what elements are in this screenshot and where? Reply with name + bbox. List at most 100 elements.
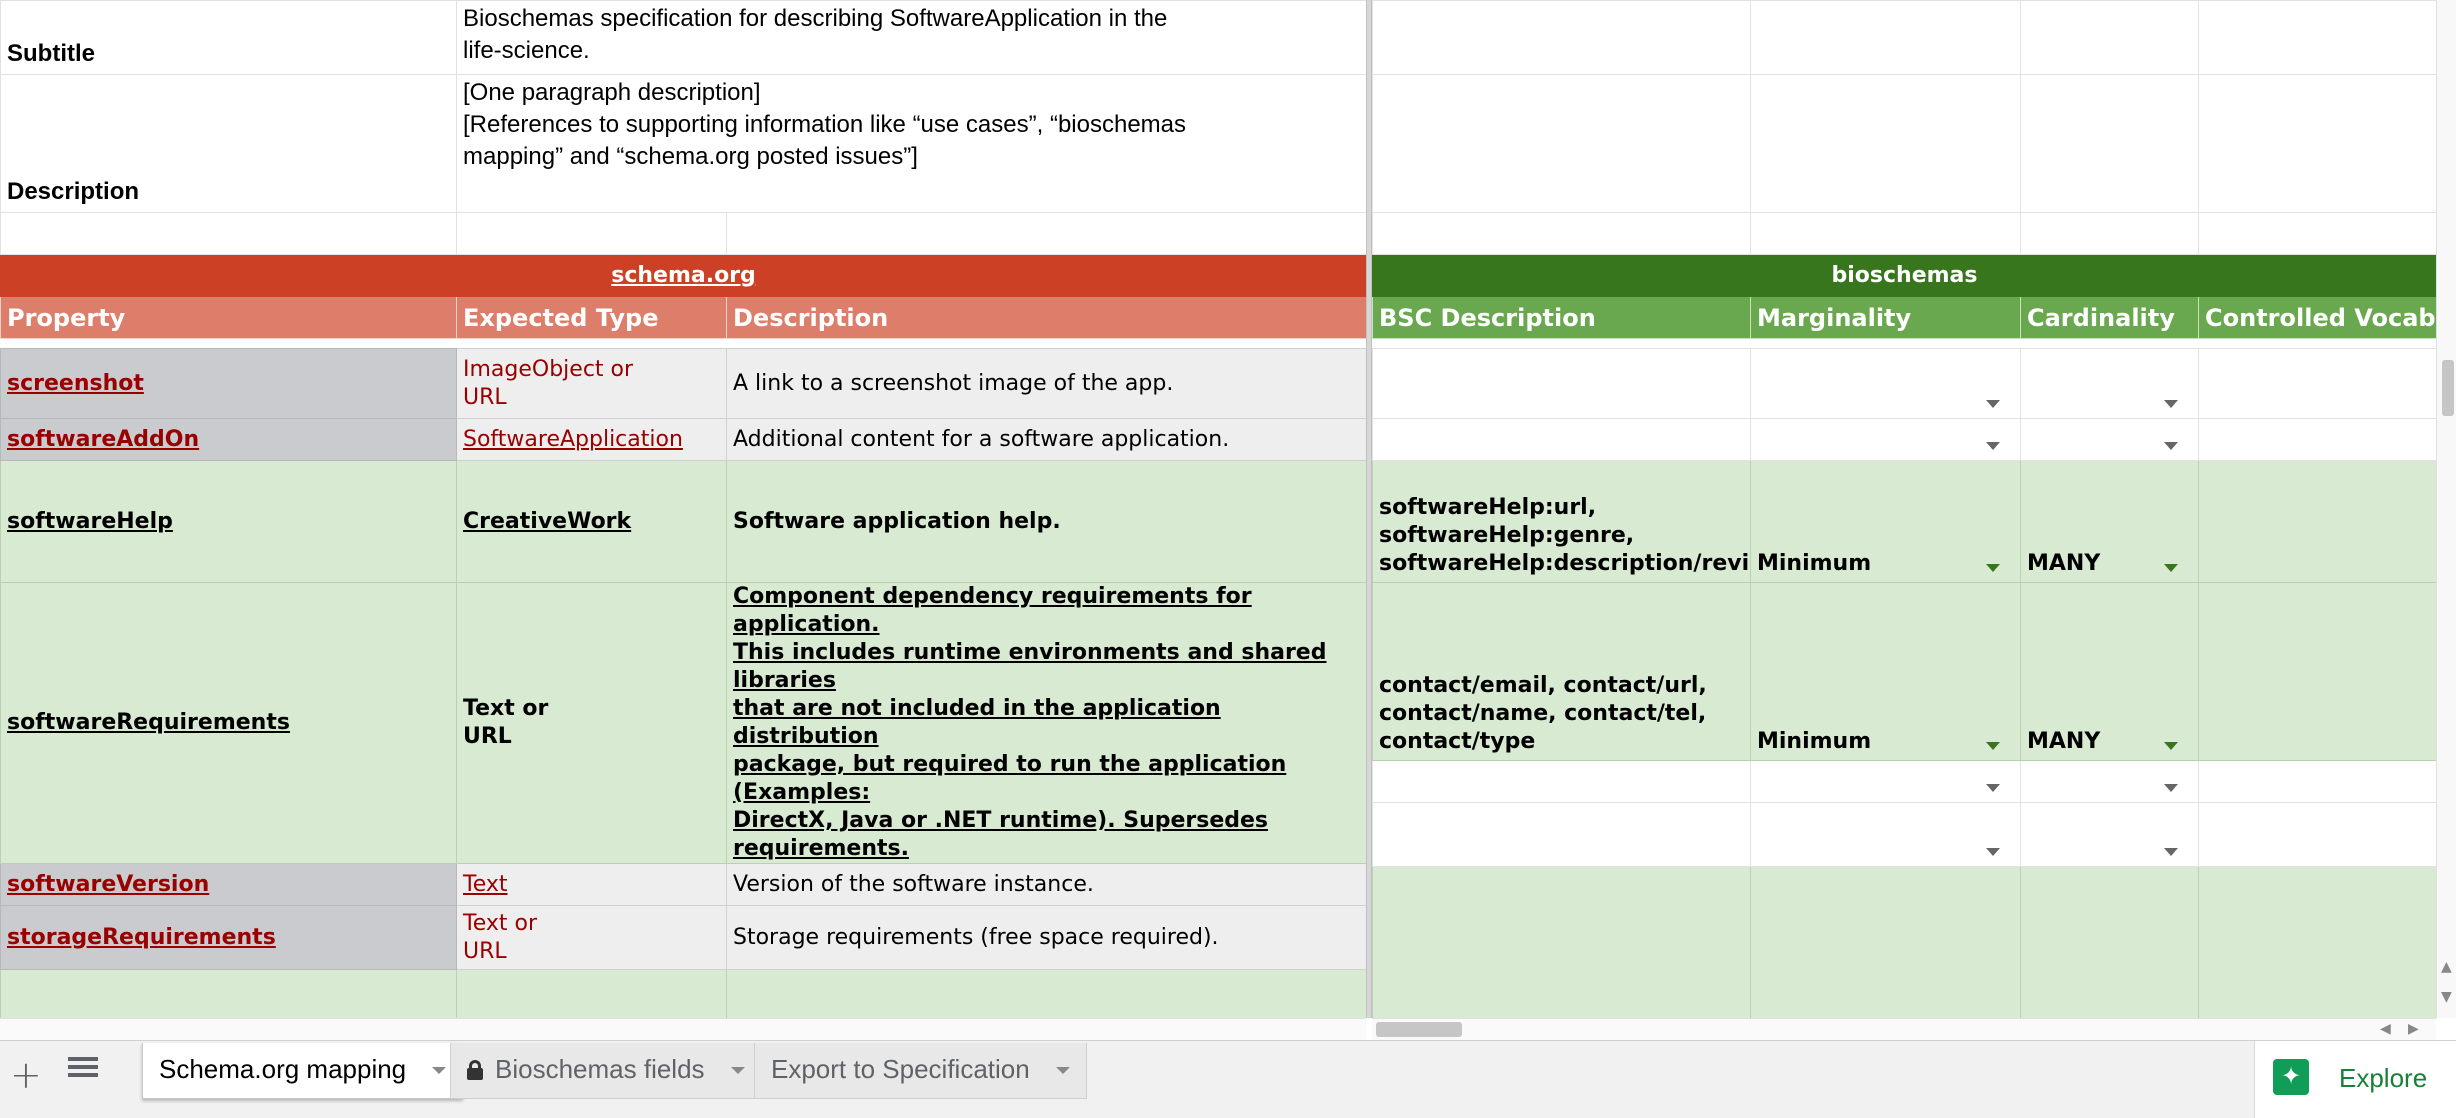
empty-cell[interactable] [1750, 866, 2021, 1018]
chevron-down-icon[interactable] [2164, 400, 2178, 408]
scroll-left-icon[interactable]: ◀ [2380, 1021, 2391, 1037]
expected-type-cell[interactable]: Text or URL [456, 905, 727, 970]
column-header-description[interactable]: Description [726, 296, 1367, 339]
description-label[interactable]: Description [0, 74, 457, 213]
schema-org-link[interactable]: schema.org [611, 263, 756, 288]
empty-cell[interactable] [1372, 212, 1751, 255]
empty-cell[interactable] [2020, 866, 2199, 1018]
description-cell[interactable]: Storage requirements (free space require… [726, 905, 1367, 970]
empty-cell[interactable] [2198, 866, 2436, 1018]
bsc-description-cell[interactable]: contact/email, contact/url, contact/name… [1372, 582, 1751, 761]
expected-type-cell[interactable]: Text [456, 863, 727, 906]
chevron-down-icon[interactable] [2164, 848, 2178, 856]
marginality-dropdown[interactable]: Minimum [1750, 460, 2021, 583]
column-header-marginality[interactable]: Marginality [1750, 296, 2021, 339]
column-header-controlled-vocabulary[interactable]: Controlled Vocabu [2198, 296, 2436, 339]
cardinality-dropdown[interactable]: MANY [2020, 460, 2199, 583]
empty-cell[interactable] [726, 969, 1367, 1018]
vertical-scroll-thumb[interactable] [2442, 360, 2454, 416]
subtitle-label[interactable]: Subtitle [0, 0, 457, 75]
expected-type-cell[interactable]: CreativeWork [456, 460, 727, 583]
tab-menu-chevron-icon[interactable] [1055, 1067, 1070, 1074]
chevron-down-icon[interactable] [2164, 784, 2178, 792]
expected-type-cell[interactable]: SoftwareApplication [456, 418, 727, 461]
property-softwarerequirements[interactable]: softwareRequirements [0, 582, 457, 864]
empty-cell[interactable] [2198, 74, 2436, 213]
tab-menu-chevron-icon[interactable] [730, 1067, 745, 1074]
tab-schema-org-mapping[interactable]: Schema.org mapping [142, 1043, 464, 1099]
cardinality-dropdown[interactable] [2020, 760, 2199, 803]
description-cell[interactable]: Version of the software instance. [726, 863, 1367, 906]
property-screenshot[interactable]: screenshot [0, 348, 457, 419]
controlled-vocabulary-cell[interactable] [2198, 760, 2436, 803]
bsc-description-cell[interactable] [1372, 418, 1751, 461]
add-sheet-icon[interactable]: + [10, 1055, 42, 1095]
controlled-vocabulary-cell[interactable] [2198, 802, 2436, 867]
vertical-scrollbar[interactable]: ▲ ▼ [2436, 0, 2456, 1018]
expected-type-cell[interactable]: Text or URL [456, 582, 727, 864]
subtitle-value[interactable]: Bioschemas specification for describing … [456, 0, 1367, 75]
scroll-down-icon[interactable]: ▼ [2441, 990, 2452, 1004]
empty-cell[interactable] [1372, 866, 1751, 1018]
empty-cell[interactable] [1372, 74, 1751, 213]
empty-cell[interactable] [1372, 0, 1751, 75]
empty-cell[interactable] [1750, 74, 2021, 213]
chevron-down-icon[interactable] [2164, 742, 2178, 750]
description-cell[interactable]: Additional content for a software applic… [726, 418, 1367, 461]
bsc-description-cell[interactable] [1372, 348, 1751, 419]
cardinality-dropdown[interactable] [2020, 348, 2199, 419]
marginality-dropdown[interactable] [1750, 418, 2021, 461]
property-softwareaddon[interactable]: softwareAddOn [0, 418, 457, 461]
tab-export-to-specification[interactable]: Export to Specification [754, 1043, 1087, 1099]
chevron-down-icon[interactable] [2164, 564, 2178, 572]
bsc-description-cell[interactable] [1372, 802, 1751, 867]
column-header-bsc-description[interactable]: BSC Description [1372, 296, 1751, 339]
empty-cell[interactable] [0, 212, 457, 255]
empty-cell[interactable] [2020, 74, 2199, 213]
column-header-property[interactable]: Property [0, 296, 457, 339]
column-header-expected-type[interactable]: Expected Type [456, 296, 727, 339]
empty-cell[interactable] [1750, 212, 2021, 255]
spreadsheet-grid[interactable]: Subtitle Bioschemas specification for de… [0, 0, 2436, 1018]
chevron-down-icon[interactable] [1986, 784, 2000, 792]
empty-cell[interactable] [1750, 0, 2021, 75]
chevron-down-icon[interactable] [1986, 442, 2000, 450]
marginality-dropdown[interactable]: Minimum [1750, 582, 2021, 761]
marginality-dropdown[interactable] [1750, 348, 2021, 419]
chevron-down-icon[interactable] [1986, 742, 2000, 750]
bsc-description-cell[interactable]: softwareHelp:url, softwareHelp:genre, so… [1372, 460, 1751, 583]
empty-cell[interactable] [456, 969, 727, 1018]
description-cell[interactable]: Component dependency requirements for ap… [726, 582, 1367, 864]
cardinality-dropdown[interactable]: MANY [2020, 582, 2199, 761]
controlled-vocabulary-cell[interactable] [2198, 348, 2436, 419]
property-storagerequirements[interactable]: storageRequirements [0, 905, 457, 970]
cardinality-dropdown[interactable] [2020, 802, 2199, 867]
empty-cell[interactable] [726, 212, 1367, 255]
controlled-vocabulary-cell[interactable] [2198, 418, 2436, 461]
cardinality-dropdown[interactable] [2020, 418, 2199, 461]
property-softwarehelp[interactable]: softwareHelp [0, 460, 457, 583]
chevron-down-icon[interactable] [2164, 442, 2178, 450]
empty-cell[interactable] [456, 212, 727, 255]
bioschemas-band[interactable]: bioschemas [1372, 254, 2436, 297]
tab-bioschemas-fields[interactable]: Bioschemas fields [450, 1043, 762, 1099]
column-header-cardinality[interactable]: Cardinality [2020, 296, 2199, 339]
chevron-down-icon[interactable] [1986, 564, 2000, 572]
scroll-right-icon[interactable]: ▶ [2408, 1021, 2419, 1037]
empty-cell[interactable] [0, 969, 457, 1018]
empty-cell[interactable] [2198, 212, 2436, 255]
marginality-dropdown[interactable] [1750, 760, 2021, 803]
description-cell[interactable]: Software application help. [726, 460, 1367, 583]
chevron-down-icon[interactable] [1986, 848, 2000, 856]
scroll-up-icon[interactable]: ▲ [2441, 960, 2452, 974]
horizontal-scroll-thumb[interactable] [1376, 1022, 1462, 1037]
marginality-dropdown[interactable] [1750, 802, 2021, 867]
empty-cell[interactable] [2020, 0, 2199, 75]
chevron-down-icon[interactable] [1986, 400, 2000, 408]
expected-type-cell[interactable]: ImageObject or URL [456, 348, 727, 419]
empty-cell[interactable] [2020, 212, 2199, 255]
all-sheets-menu-icon[interactable] [68, 1057, 98, 1085]
empty-cell[interactable] [2198, 0, 2436, 75]
description-value[interactable]: [One paragraph description] [References … [456, 74, 1367, 213]
explore-button[interactable]: ✦ Explore [2254, 1041, 2456, 1118]
